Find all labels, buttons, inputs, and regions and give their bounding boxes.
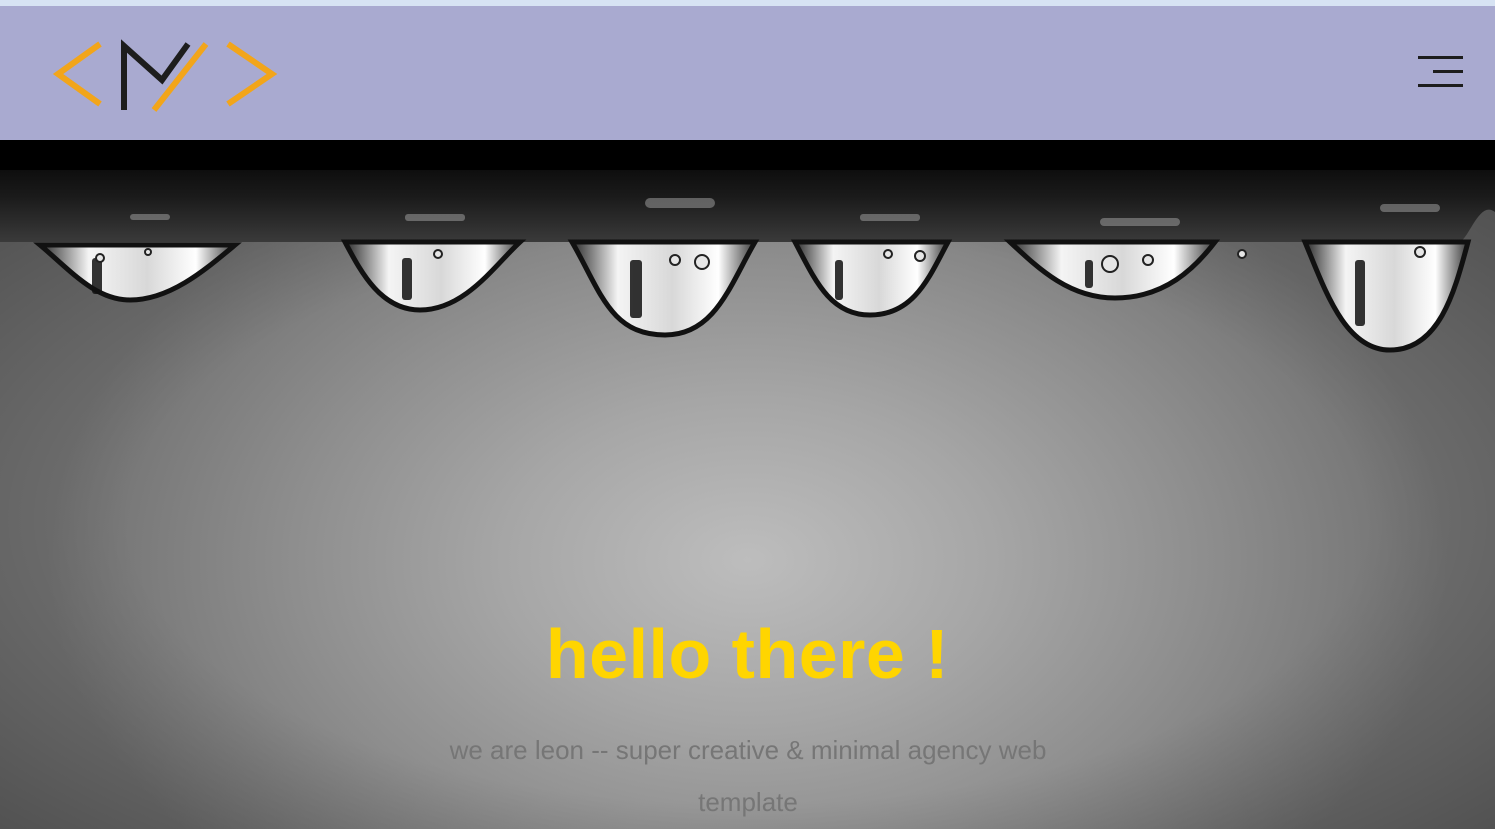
hamburger-menu-button[interactable] [1414, 54, 1466, 90]
code-m-logo-icon [52, 39, 278, 112]
hero-section: hello there ! we are leon -- super creat… [0, 140, 1495, 829]
hamburger-menu-icon [1418, 56, 1463, 59]
site-header [0, 6, 1495, 140]
hero-subtitle: we are leon -- super creative & minimal … [449, 735, 1047, 817]
hamburger-line [1433, 70, 1463, 73]
hamburger-line [1418, 84, 1463, 87]
hero-title: hello there ! [545, 615, 950, 693]
logo-link[interactable] [50, 34, 282, 114]
